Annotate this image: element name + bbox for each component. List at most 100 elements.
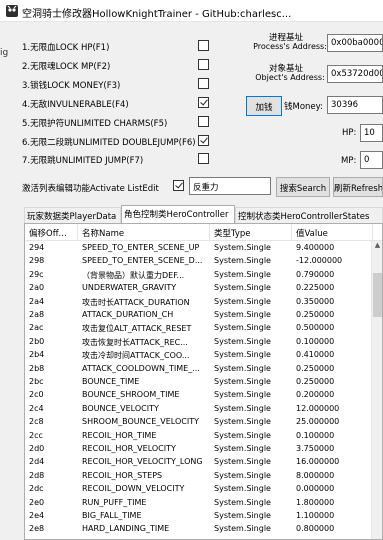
cell-value[interactable]: 0.200000	[292, 389, 373, 401]
toggle-invulnerable[interactable]: 4.无敌INVULNERABLE(F4)	[22, 95, 217, 111]
cell-value[interactable]: 9.400000	[292, 242, 373, 254]
cell-type: System.Single	[214, 296, 271, 306]
data-grid: 偏移Off... 名称Name 类型Type 值Value 294 SPEED_T…	[24, 223, 383, 540]
cell-value[interactable]: 0.410000	[292, 349, 373, 361]
cell-type: System.Single	[214, 444, 271, 453]
cell-value[interactable]: 0.800000	[292, 523, 373, 535]
cell-offset: 29c	[29, 269, 44, 279]
column-header-type[interactable]: 类型Type	[210, 224, 292, 241]
table-row[interactable]: 2b8 ATTACK_COOLDOWN_TIME_... System.Single…	[25, 363, 380, 375]
cell-value[interactable]: 0.250000	[292, 309, 373, 321]
cell-offset: 2c8	[29, 417, 44, 427]
table-row[interactable]: 2d0 RECOIL_HOR_VELOCITY System.Single 3.750…	[25, 443, 380, 455]
scroll-thumb[interactable]	[373, 273, 382, 317]
cell-value[interactable]: -12.000000	[292, 255, 373, 267]
tab-herocontroller[interactable]: 角色控制类HeroController	[121, 205, 235, 224]
toggle-checkbox[interactable]	[198, 97, 209, 108]
table-row[interactable]: 29c （背景物品）默认重力DEF... System.Single 0.790000	[25, 269, 380, 281]
cell-value[interactable]: 0.100000	[292, 336, 373, 348]
cell-value[interactable]: 0.000000	[292, 483, 373, 495]
search-input[interactable]: 反重力	[189, 177, 271, 195]
toggle-checkbox[interactable]	[198, 59, 209, 70]
tab-playerdata[interactable]: 玩家数据类PlayerData	[24, 207, 121, 223]
toggle-lock-hp[interactable]: 1.无限血LOCK HP(F1)	[22, 38, 217, 54]
table-row[interactable]: 2c4 BOUNCE_VELOCITY System.Single 12.000000	[25, 403, 380, 415]
table-row[interactable]: 2e0 RUN_PUFF_TIME System.Single 1.800000	[25, 497, 380, 509]
cell-name: 攻击冷却时间ATTACK_COO...	[82, 351, 190, 361]
toggle-lock-money[interactable]: 3.锁钱LOCK MONEY(F3)	[22, 76, 217, 92]
cell-value[interactable]: 0.250000	[292, 363, 373, 375]
toggle-label: 7.无限跳UNLIMITED JUMP(F7)	[22, 156, 144, 166]
activate-listedit-checkbox[interactable]	[173, 180, 184, 191]
cell-value[interactable]: 3.750000	[292, 443, 373, 455]
cell-name: BOUNCE_TIME	[82, 377, 140, 386]
cell-value[interactable]: 16.000000	[292, 456, 373, 468]
table-row[interactable]: 2e8 HARD_LANDING_TIME System.Single 0.80000…	[25, 523, 380, 535]
column-header-value[interactable]: 值Value	[292, 224, 373, 241]
cell-value[interactable]: 25.000000	[292, 416, 373, 428]
table-row[interactable]: 2a4 攻击时长ATTACK_DURATION System.Single 0.350…	[25, 296, 380, 308]
table-row[interactable]: 2bc BOUNCE_TIME System.Single 0.250000	[25, 376, 380, 388]
column-header-offset[interactable]: 偏移Off...	[25, 224, 78, 241]
toggle-label: 4.无敌INVULNERABLE(F4)	[22, 100, 129, 110]
process-address-field[interactable]: 0x00ba0000	[327, 34, 383, 52]
cell-offset: 2b4	[29, 350, 45, 360]
hp-label: HP:	[342, 128, 357, 138]
table-row[interactable]: 2c0 BOUNCE_SHROOM_TIME System.Single 0.2000…	[25, 389, 380, 401]
cell-value[interactable]: 0.350000	[292, 296, 373, 308]
cell-value[interactable]: 0.790000	[292, 269, 373, 281]
toggle-unlimited-doublejump[interactable]: 6.无限二段跳UNLIMITED DOUBLEJUMP(F6)	[22, 133, 217, 149]
cell-value[interactable]: 0.500000	[292, 322, 373, 334]
cell-type: System.Single	[214, 390, 271, 400]
cell-name: 攻击时长ATTACK_DURATION	[82, 297, 190, 307]
grid-scrollbar[interactable]: ▲	[371, 241, 382, 539]
cell-value[interactable]: 0.100000	[292, 430, 373, 442]
column-header-name[interactable]: 名称Name	[78, 224, 210, 241]
table-row[interactable]: 294 SPEED_TO_ENTER_SCENE_UP System.Single 9…	[25, 242, 380, 254]
table-row[interactable]: 2c8 SHROOM_BOUNCE_VELOCITY System.Single 25…	[25, 416, 380, 428]
toggle-checkbox[interactable]	[198, 116, 209, 127]
table-row[interactable]: 2ac 攻击复位ALT_ATTACK_RESET System.Single 0.50…	[25, 322, 380, 334]
table-row[interactable]: 2d8 RECOIL_HOR_STEPS System.Single 8.000000	[25, 470, 380, 482]
cell-value[interactable]: 0.225000	[292, 282, 373, 294]
tab-herocontrollerstates[interactable]: 控制状态类HeroControllerStates	[235, 207, 383, 223]
table-row[interactable]: 2e4 BIG_FALL_TIME System.Single 1.100000	[25, 510, 380, 522]
cell-name: ATTACK_DURATION_CH	[82, 310, 174, 319]
mp-field[interactable]: 0	[360, 151, 383, 169]
table-row[interactable]: 2b0 攻击恢复时长ATTACK_REC... System.Single 0.100…	[25, 336, 380, 348]
toggle-checkbox[interactable]	[198, 135, 209, 146]
toggle-unlimited-charms[interactable]: 5.无限护符UNLIMITED CHARMS(F5)	[22, 114, 217, 130]
money-field[interactable]: 30396	[327, 96, 383, 114]
table-row[interactable]: 298 SPEED_TO_ENTER_SCENE_D... System.Singl…	[25, 255, 380, 267]
object-address-field[interactable]: 0x53720d00	[327, 65, 383, 83]
cell-name: SHROOM_BOUNCE_VELOCITY	[82, 417, 199, 427]
cell-type: System.Single	[214, 524, 271, 534]
toggle-label: 6.无限二段跳UNLIMITED DOUBLEJUMP(F6)	[22, 138, 196, 148]
table-row[interactable]: 2dc RECOIL_DOWN_VELOCITY System.Single 0.00…	[25, 483, 380, 495]
toggle-checkbox[interactable]	[198, 78, 209, 89]
cell-name: RECOIL_HOR_VELOCITY	[82, 444, 176, 453]
table-row[interactable]: 2b4 攻击冷却时间ATTACK_COO... System.Single 0.410…	[25, 349, 380, 361]
toggle-checkbox[interactable]	[198, 40, 209, 51]
add-money-button[interactable]: 加钱	[246, 96, 282, 116]
scroll-up-icon[interactable]: ▲	[372, 241, 382, 252]
toggle-unlimited-jump[interactable]: 7.无限跳UNLIMITED JUMP(F7)	[22, 151, 217, 167]
table-row[interactable]: 2a8 ATTACK_DURATION_CH System.Single 0.2500…	[25, 309, 380, 321]
hp-field[interactable]: 10	[360, 124, 383, 142]
search-button[interactable]: 搜索Search	[276, 177, 330, 197]
toggle-lock-mp[interactable]: 2.无限魂LOCK MP(F2)	[22, 57, 217, 73]
cell-value[interactable]: 0.250000	[292, 376, 373, 388]
cell-offset: 2d4	[29, 457, 45, 467]
cell-value[interactable]: 1.800000	[292, 497, 373, 509]
table-row[interactable]: 2cc RECOIL_HOR_TIME System.Single 0.100000	[25, 430, 380, 442]
cell-value[interactable]: 8.000000	[292, 470, 373, 482]
refresh-button[interactable]: 刷新Refresh	[333, 177, 383, 197]
toggle-checkbox[interactable]	[198, 153, 209, 164]
cell-type: System.Single	[214, 350, 271, 360]
cell-value[interactable]: 12.000000	[292, 403, 373, 415]
toggle-label: 3.锁钱LOCK MONEY(F3)	[22, 81, 121, 91]
cell-name: 攻击复位ALT_ATTACK_RESET	[82, 324, 192, 334]
table-row[interactable]: 2a0 UNDERWATER_GRAVITY System.Single 0.2250…	[25, 282, 380, 294]
cell-value[interactable]: 1.100000	[292, 510, 373, 522]
table-row[interactable]: 2d4 RECOIL_HOR_VELOCITY_LONG System.Single…	[25, 456, 380, 468]
